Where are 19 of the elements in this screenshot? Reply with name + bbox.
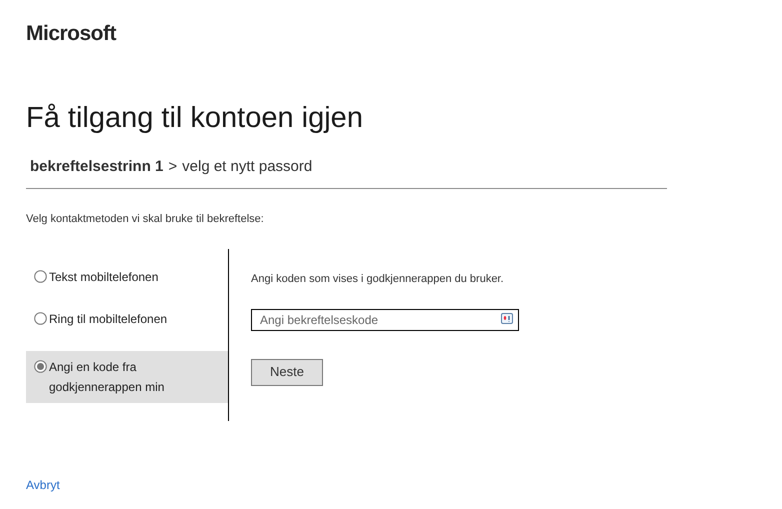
- contact-method-option[interactable]: Angi en kode fra godkjennerappen min: [26, 351, 228, 403]
- code-input-field[interactable]: Angi bekreftelseskode: [251, 308, 519, 330]
- breadcrumb-next-step: velg et nytt passord: [182, 156, 312, 178]
- contact-method-option[interactable]: Ring til mobiltelefonen: [26, 309, 228, 329]
- next-button[interactable]: Neste: [251, 358, 323, 386]
- breadcrumb-separator: >: [168, 157, 178, 177]
- cancel-link[interactable]: Avbryt: [26, 476, 60, 494]
- option-label: Ring til mobiltelefonen: [49, 311, 168, 328]
- contact-method-option[interactable]: Tekst mobiltelefonen: [26, 267, 228, 287]
- radio-button[interactable]: [34, 270, 47, 283]
- prompt-text: Angi koden som vises i godkjennerappen du bruker.: [251, 272, 504, 287]
- page-title: Få tilgang til kontoen igjen: [26, 101, 363, 136]
- logo-text: Microsoft: [26, 22, 116, 46]
- option-label: Tekst mobiltelefonen: [49, 269, 158, 286]
- radio-button[interactable]: [34, 360, 47, 373]
- radio-button[interactable]: [34, 312, 47, 325]
- option-label: Angi en kode fra godkjennerappen min: [49, 359, 166, 396]
- instruction-text: Velg kontaktmetoden vi skal bruke til bekreftelse:: [26, 212, 264, 226]
- breadcrumb-current-step: bekreftelsestrinn 1: [30, 156, 164, 178]
